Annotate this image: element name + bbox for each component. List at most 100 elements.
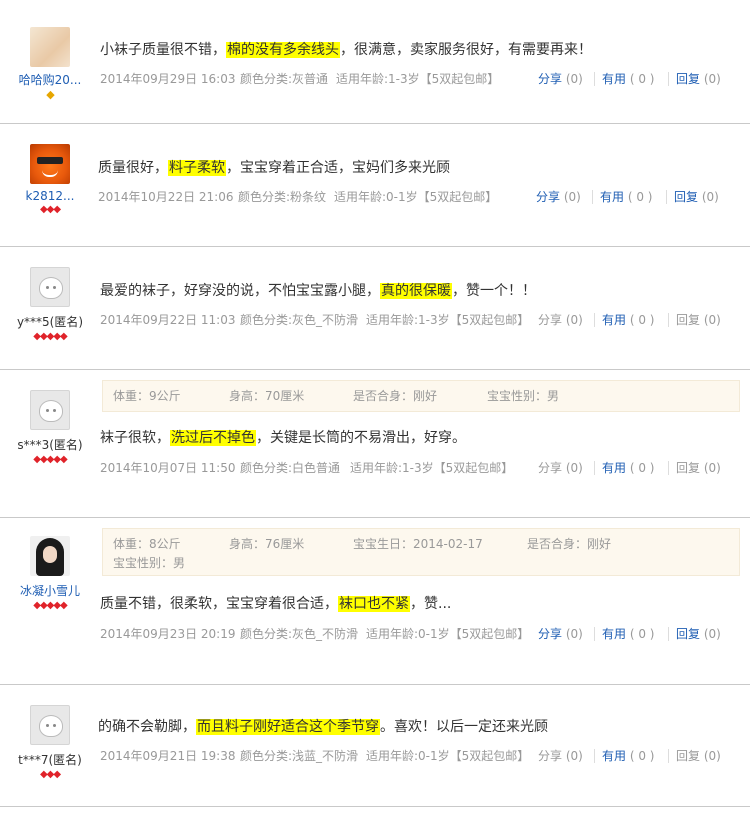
review-item: 体重：9公斤 身高：70厘米 是否合身：刚好 宝宝性别：男 s***3(匿名) …: [0, 370, 750, 518]
reviewer-name[interactable]: k2812...: [0, 189, 100, 203]
text-part: 最爱的袜子，好穿没的说，不怕宝宝露小腿，: [100, 283, 380, 299]
reply-button[interactable]: 回复 (0): [676, 747, 721, 765]
reviewer: 冰凝小雪儿 ◆◆◆◆◆: [0, 536, 100, 613]
review-item: 体重：8公斤 身高：76厘米 宝宝生日：2014-02-17 是否合身：刚好 宝…: [0, 518, 750, 685]
useful-button[interactable]: 有用 ( 0 ): [602, 625, 654, 643]
reply-button[interactable]: 回复 (0): [676, 459, 721, 477]
prop-height: 身高：70厘米: [229, 389, 305, 403]
color-variant: 颜色分类:粉条纹: [238, 190, 327, 204]
avatar[interactable]: [30, 390, 70, 430]
review-content: 小袜子质量很不错，棉的没有多余线头，很满意，卖家服务很好，有需要再来！ 2014…: [100, 40, 740, 88]
age-variant: 适用年龄:1-3岁【5双起包邮】: [366, 313, 530, 327]
prop-fit: 是否合身：刚好: [353, 389, 438, 403]
text-part: ，很满意，卖家服务很好，有需要再来！: [340, 42, 592, 58]
review-meta: 2014年09月23日 20:19 颜色分类:灰色_不防滑 适用年龄:0-1岁【…: [100, 625, 740, 643]
review-date: 2014年09月22日 11:03: [100, 313, 236, 327]
review-item: k2812... ◆◆◆ 质量很好，料子柔软，宝宝穿着正合适，宝妈们多来光顾 2…: [0, 124, 750, 247]
review-date: 2014年09月21日 19:38: [100, 749, 236, 763]
review-content: 的确不会勒脚，而且料子刚好适合这个季节穿。喜欢！以后一定还来光顾 2014年09…: [98, 717, 738, 765]
rank-icon: ◆◆◆: [39, 204, 61, 215]
reply-button[interactable]: 回复 (0): [676, 311, 721, 329]
review-meta: 2014年10月07日 11:50 颜色分类:白色普通 适用年龄:1-3岁【5双…: [100, 459, 740, 477]
share-button[interactable]: 分享 (0): [538, 459, 583, 477]
share-button[interactable]: 分享 (0): [536, 188, 581, 206]
prop-gender: 宝宝性别：男: [487, 389, 560, 403]
useful-button[interactable]: 有用 ( 0 ): [602, 747, 654, 765]
highlight: 真的很保暖: [380, 283, 452, 299]
text-part: 。喜欢！以后一定还来光顾: [380, 719, 548, 735]
review-text: 最爱的袜子，好穿没的说，不怕宝宝露小腿，真的很保暖，赞一个！！: [100, 281, 740, 301]
avatar[interactable]: [30, 536, 70, 576]
text-part: ，赞一个！！: [452, 283, 536, 299]
review-text: 的确不会勒脚，而且料子刚好适合这个季节穿。喜欢！以后一定还来光顾: [98, 717, 738, 737]
age-variant: 适用年龄:0-1岁【5双起包邮】: [366, 749, 530, 763]
review-content: 质量很好，料子柔软，宝宝穿着正合适，宝妈们多来光顾 2014年10月22日 21…: [98, 158, 738, 206]
useful-button[interactable]: 有用 ( 0 ): [600, 188, 652, 206]
color-variant: 颜色分类:灰色_不防滑: [240, 313, 359, 327]
avatar[interactable]: [30, 705, 70, 745]
share-button[interactable]: 分享 (0): [538, 70, 583, 88]
text-part: 小袜子质量很不错，: [100, 42, 226, 58]
useful-button[interactable]: 有用 ( 0 ): [602, 70, 654, 88]
share-button[interactable]: 分享 (0): [538, 311, 583, 329]
reply-button[interactable]: 回复 (0): [674, 188, 719, 206]
reply-button[interactable]: 回复 (0): [676, 625, 721, 643]
avatar[interactable]: [30, 27, 70, 67]
review-content: 袜子很软，洗过后不掉色，关键是长筒的不易滑出，好穿。 2014年10月07日 1…: [100, 428, 740, 477]
avatar[interactable]: [30, 267, 70, 307]
highlight: 棉的没有多余线头: [226, 42, 340, 58]
review-item: t***7(匿名) ◆◆◆ 的确不会勒脚，而且料子刚好适合这个季节穿。喜欢！以后…: [0, 685, 750, 807]
review-item: y***5(匿名) ◆◆◆◆◆ 最爱的袜子，好穿没的说，不怕宝宝露小腿，真的很保…: [0, 247, 750, 370]
baby-properties: 体重：8公斤 身高：76厘米 宝宝生日：2014-02-17 是否合身：刚好 宝…: [102, 528, 740, 576]
share-button[interactable]: 分享 (0): [538, 625, 583, 643]
age-variant: 适用年龄:1-3岁【5双起包邮】: [336, 72, 500, 86]
review-content: 最爱的袜子，好穿没的说，不怕宝宝露小腿，真的很保暖，赞一个！！ 2014年09月…: [100, 281, 740, 329]
reviewer-name: y***5(匿名): [16, 315, 84, 329]
review-meta: 2014年09月29日 16:03 颜色分类:灰普通 适用年龄:1-3岁【5双起…: [100, 70, 740, 88]
review-text: 小袜子质量很不错，棉的没有多余线头，很满意，卖家服务很好，有需要再来！: [100, 40, 740, 60]
rank-icon: ◆◆◆◆◆: [33, 600, 67, 611]
rank-icon: ◆◆◆: [39, 769, 61, 780]
prop-weight: 体重：9公斤: [113, 389, 181, 403]
text-part: 质量不错，很柔软，宝宝穿着很合适，: [100, 596, 338, 612]
prop-fit: 是否合身：刚好: [527, 537, 612, 551]
age-variant: 适用年龄:0-1岁【5双起包邮】: [334, 190, 498, 204]
text-part: ，赞...: [410, 596, 452, 612]
reply-button[interactable]: 回复 (0): [676, 70, 721, 88]
review-meta: 2014年10月22日 21:06 颜色分类:粉条纹 适用年龄:0-1岁【5双起…: [98, 188, 738, 206]
avatar[interactable]: [30, 144, 70, 184]
review-text: 质量很好，料子柔软，宝宝穿着正合适，宝妈们多来光顾: [98, 158, 738, 178]
review-content: 质量不错，很柔软，宝宝穿着很合适，袜口也不紧，赞... 2014年09月23日 …: [100, 594, 740, 643]
reviewer: y***5(匿名) ◆◆◆◆◆: [0, 267, 100, 344]
reviewer-name[interactable]: 哈哈购20...: [0, 71, 100, 88]
review-meta: 2014年09月21日 19:38 颜色分类:浅蓝_不防滑 适用年龄:0-1岁【…: [98, 747, 738, 765]
reviewer-name[interactable]: 冰凝小雪儿: [0, 582, 100, 599]
baby-properties: 体重：9公斤 身高：70厘米 是否合身：刚好 宝宝性别：男: [102, 380, 740, 412]
highlight: 料子柔软: [168, 160, 226, 176]
review-text: 袜子很软，洗过后不掉色，关键是长筒的不易滑出，好穿。: [100, 428, 740, 448]
text-part: ，宝宝穿着正合适，宝妈们多来光顾: [226, 160, 450, 176]
prop-birthday: 宝宝生日：2014-02-17: [353, 537, 483, 551]
review-text: 质量不错，很柔软，宝宝穿着很合适，袜口也不紧，赞...: [100, 594, 740, 614]
prop-gender: 宝宝性别：男: [113, 556, 186, 570]
age-variant: 适用年龄:0-1岁【5双起包邮】: [366, 627, 530, 641]
rank-icon: ◆: [46, 88, 54, 101]
color-variant: 颜色分类:灰普通: [240, 72, 329, 86]
useful-button[interactable]: 有用 ( 0 ): [602, 459, 654, 477]
review-meta: 2014年09月22日 11:03 颜色分类:灰色_不防滑 适用年龄:1-3岁【…: [100, 311, 740, 329]
color-variant: 颜色分类:白色普通: [240, 461, 341, 475]
color-variant: 颜色分类:灰色_不防滑: [240, 627, 359, 641]
useful-button[interactable]: 有用 ( 0 ): [602, 311, 654, 329]
highlight: 袜口也不紧: [338, 596, 410, 612]
review-item: 哈哈购20... ◆ 小袜子质量很不错，棉的没有多余线头，很满意，卖家服务很好，…: [0, 0, 750, 124]
reviewer: s***3(匿名) ◆◆◆◆◆: [0, 390, 100, 467]
text-part: ，关键是长筒的不易滑出，好穿。: [256, 430, 466, 446]
rank-icon: ◆◆◆◆◆: [33, 454, 67, 465]
color-variant: 颜色分类:浅蓝_不防滑: [240, 749, 359, 763]
review-date: 2014年10月07日 11:50: [100, 461, 236, 475]
highlight: 而且料子刚好适合这个季节穿: [196, 719, 380, 735]
text-part: 的确不会勒脚，: [98, 719, 196, 735]
share-button[interactable]: 分享 (0): [538, 747, 583, 765]
review-date: 2014年09月23日 20:19: [100, 627, 236, 641]
reviewer: 哈哈购20... ◆: [0, 27, 100, 102]
